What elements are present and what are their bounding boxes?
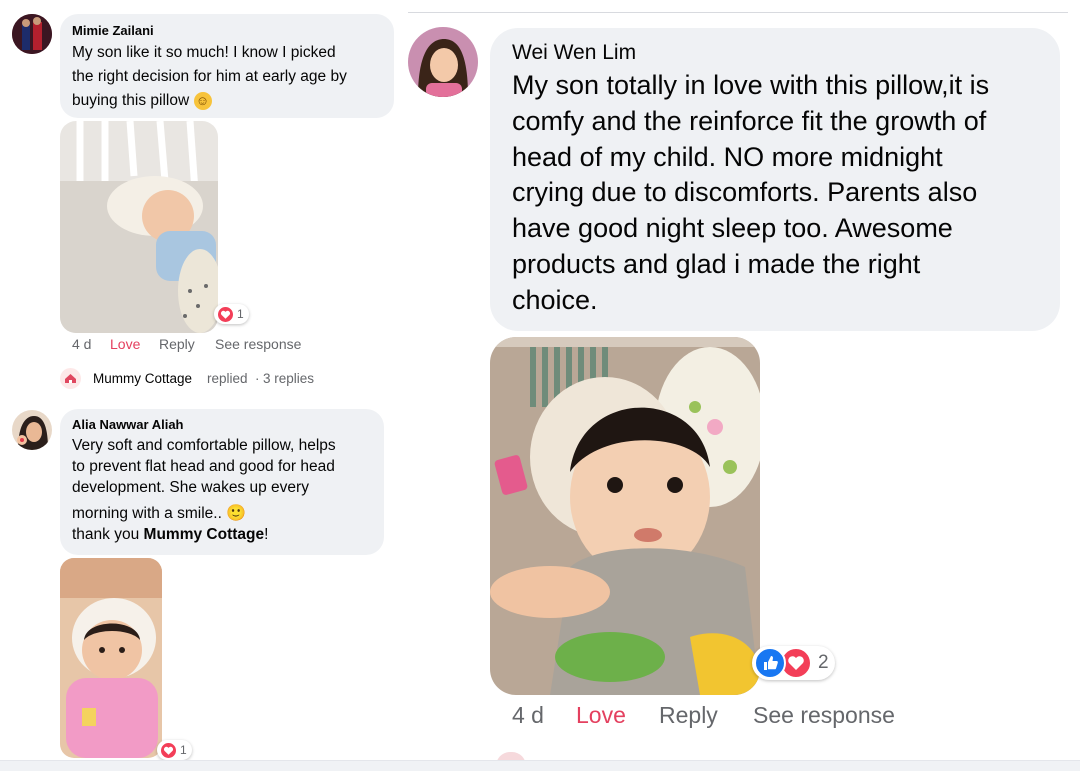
like-reaction-icon bbox=[754, 647, 786, 679]
comment-bubble-wei-wen: Wei Wen Lim My son totally in love with … bbox=[490, 28, 1060, 331]
avatar-alia[interactable] bbox=[12, 410, 52, 450]
avatar-wei-wen[interactable] bbox=[408, 27, 478, 97]
love-button[interactable]: Love bbox=[110, 336, 140, 352]
mention-mummy-cottage[interactable]: Mummy Cottage bbox=[144, 526, 265, 543]
love-button[interactable]: Love bbox=[576, 702, 626, 729]
comment-time[interactable]: 4 d bbox=[512, 702, 544, 729]
replies-author[interactable]: Mummy Cottage bbox=[93, 371, 192, 386]
reaction-count: 2 bbox=[818, 652, 829, 673]
bottom-divider bbox=[0, 760, 1080, 771]
comment-text: Very soft and comfortable pillow, helps … bbox=[72, 437, 336, 543]
replies-summary[interactable]: Mummy Cottage replied · 3 replies bbox=[60, 368, 380, 390]
reaction-summary[interactable]: 1 bbox=[214, 304, 249, 324]
replies-count[interactable]: 3 replies bbox=[263, 371, 314, 386]
comment-actions-mimie: 4 d Love Reply See response bbox=[72, 336, 372, 354]
comment-author[interactable]: Alia Nawwar Aliah bbox=[72, 417, 372, 433]
comment-photo-mimie[interactable] bbox=[60, 121, 218, 333]
comment-time[interactable]: 4 d bbox=[72, 336, 91, 352]
reply-button[interactable]: Reply bbox=[159, 336, 195, 352]
see-response-button[interactable]: See response bbox=[215, 336, 301, 352]
avatar-mimie[interactable] bbox=[12, 14, 52, 54]
comment-bubble-mimie: Mimie Zailani My son like it so much! I … bbox=[60, 14, 394, 118]
smile-emoji-icon: 🙂 bbox=[226, 505, 247, 522]
reaction-count: 1 bbox=[180, 743, 187, 757]
replies-action: replied bbox=[207, 371, 248, 386]
see-response-button[interactable]: See response bbox=[753, 702, 895, 729]
reaction-summary[interactable]: 1 bbox=[157, 740, 192, 760]
comment-text: My son like it so much! I know I picked … bbox=[72, 44, 347, 110]
comment-actions-wei-wen: 4 d Love Reply See response bbox=[512, 702, 932, 730]
reaction-count: 1 bbox=[237, 307, 244, 321]
replies-separator: · bbox=[255, 371, 260, 386]
comment-bubble-alia: Alia Nawwar Aliah Very soft and comforta… bbox=[60, 409, 384, 555]
comment-text: My son totally in love with this pillow,… bbox=[512, 70, 990, 315]
relieved-emoji-icon: ☺ bbox=[193, 92, 212, 110]
comment-photo-alia[interactable] bbox=[60, 558, 162, 758]
comment-author[interactable]: Mimie Zailani bbox=[72, 23, 382, 39]
heart-reaction-icon bbox=[160, 741, 177, 759]
reaction-summary[interactable]: 2 bbox=[752, 646, 835, 680]
divider-line bbox=[408, 12, 1068, 13]
reply-button[interactable]: Reply bbox=[659, 702, 718, 729]
comment-photo-wei-wen[interactable] bbox=[490, 337, 760, 695]
mummy-cottage-avatar-icon bbox=[60, 368, 81, 389]
heart-reaction-icon bbox=[217, 305, 234, 323]
comment-author[interactable]: Wei Wen Lim bbox=[512, 40, 1038, 66]
